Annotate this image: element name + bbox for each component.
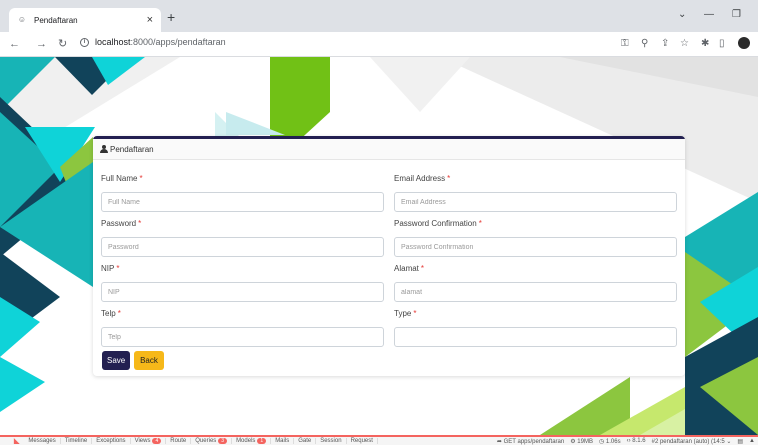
extensions-icon[interactable]: ✱: [701, 38, 709, 50]
debug-tab-gate[interactable]: Gate: [294, 438, 317, 444]
code-icon: ‹›: [626, 438, 631, 444]
page-viewport: Pendaftaran Full Name* Email Address* Pa…: [0, 57, 758, 435]
field-email: Email Address *: [394, 173, 677, 212]
field-full-name: Full Name *: [101, 173, 384, 212]
telp-label: Telp *: [101, 309, 121, 318]
debug-history-select[interactable]: #2 pendaftaran (auto) (14:5 ⌄: [649, 438, 735, 445]
debug-tab-request[interactable]: Request: [347, 438, 378, 444]
debug-tab-exceptions[interactable]: Exceptions: [92, 438, 131, 444]
debug-tab-session[interactable]: Session: [316, 438, 347, 444]
browser-toolbar: ← → ↻ i localhost:8000/apps/pendaftaran …: [0, 32, 758, 57]
debug-tab-views[interactable]: Views 4: [131, 438, 167, 444]
new-tab-button[interactable]: +: [167, 10, 175, 24]
url-text: localhost:8000/apps/pendaftaran: [95, 37, 226, 47]
debug-request-route: ➦ GET apps/pendaftaran: [496, 438, 565, 445]
clock-icon: ◷: [598, 438, 605, 445]
email-label: Email Address *: [394, 174, 451, 183]
debug-tab-messages[interactable]: Messages: [24, 438, 61, 444]
debug-tab-models[interactable]: Models 1: [232, 438, 272, 444]
share-icon[interactable]: ⇪: [661, 38, 669, 50]
back-button[interactable]: Back: [134, 351, 164, 370]
side-panel-icon[interactable]: ▯: [719, 38, 725, 50]
debug-bar: ◣ Messages Timeline Exceptions Views 4 Ro…: [0, 435, 758, 445]
debug-stats: ➦ GET apps/pendaftaran ⚙ 19MB ◷ 1.06s ‹›…: [494, 438, 758, 445]
debugbar-logo-icon[interactable]: ◣: [14, 437, 19, 445]
password-input[interactable]: [101, 237, 384, 257]
tab-close-icon[interactable]: ×: [147, 15, 153, 26]
save-button[interactable]: Save: [102, 351, 130, 370]
nip-label: NIP *: [101, 264, 120, 273]
debug-collapse-icon[interactable]: ▲: [746, 438, 758, 444]
password-label: Password *: [101, 219, 142, 228]
field-telp: Telp *: [101, 308, 384, 347]
queries-count-badge: 3: [218, 438, 228, 444]
key-icon[interactable]: ⚿: [621, 38, 629, 50]
cogs-icon: ⚙: [570, 438, 576, 445]
tab-title: Pendaftaran: [34, 15, 78, 25]
field-alamat: Alamat *: [394, 263, 677, 302]
debug-time: ◷ 1.06s: [598, 438, 621, 445]
nip-input[interactable]: [101, 282, 384, 302]
field-nip: NIP *: [101, 263, 384, 302]
debug-tab-route[interactable]: Route: [166, 438, 192, 444]
tab-favicon-icon: ☺: [17, 15, 27, 24]
registration-card: Pendaftaran Full Name* Email Address* Pa…: [93, 136, 685, 376]
debug-memory: ⚙ 19MB: [570, 438, 593, 445]
minimize-icon[interactable]: —: [704, 9, 714, 21]
password-confirmation-input[interactable]: [394, 237, 677, 257]
tab-search-icon[interactable]: ⌄: [678, 9, 686, 21]
type-input[interactable]: [394, 327, 677, 347]
profile-avatar[interactable]: [738, 37, 750, 49]
models-count-badge: 1: [257, 438, 267, 444]
email-input[interactable]: [394, 192, 677, 212]
browser-tab[interactable]: ☺ Pendaftaran ×: [9, 8, 161, 32]
debug-tab-queries[interactable]: Queries 3: [191, 438, 233, 444]
reload-icon[interactable]: ↻: [58, 38, 67, 50]
debug-tab-mails[interactable]: Mails: [271, 438, 295, 444]
bookmark-star-icon[interactable]: ☆: [680, 38, 689, 50]
debug-tab-timeline[interactable]: Timeline: [61, 438, 93, 444]
user-icon: [100, 145, 108, 153]
browser-tabstrip: ☺ Pendaftaran × + ⌄ — ❐: [0, 0, 758, 32]
full-name-label: Full Name *: [101, 174, 143, 183]
zoom-icon[interactable]: ⚲: [641, 38, 648, 50]
field-type: Type *: [394, 308, 677, 347]
password-confirmation-label: Password Confirmation *: [394, 219, 482, 228]
site-info-icon[interactable]: i: [80, 37, 89, 47]
address-bar[interactable]: i localhost:8000/apps/pendaftaran: [80, 37, 226, 47]
back-arrow-icon[interactable]: ←: [9, 38, 20, 50]
forward-arrow-icon[interactable]: →: [36, 38, 47, 50]
views-count-badge: 4: [152, 438, 162, 444]
card-title: Pendaftaran: [110, 144, 154, 154]
telp-input[interactable]: [101, 327, 384, 347]
alamat-label: Alamat *: [394, 264, 425, 273]
share-arrow-icon: ➦: [496, 438, 502, 445]
debug-open-icon[interactable]: ▤: [734, 438, 746, 445]
alamat-input[interactable]: [394, 282, 677, 302]
card-header: Pendaftaran: [93, 139, 685, 160]
field-password-confirmation: Password Confirmation *: [394, 218, 677, 257]
debug-php-version: ‹› 8.1.6: [626, 438, 646, 444]
type-label: Type *: [394, 309, 417, 318]
full-name-input[interactable]: [101, 192, 384, 212]
field-password: Password *: [101, 218, 384, 257]
restore-icon[interactable]: ❐: [732, 9, 741, 21]
